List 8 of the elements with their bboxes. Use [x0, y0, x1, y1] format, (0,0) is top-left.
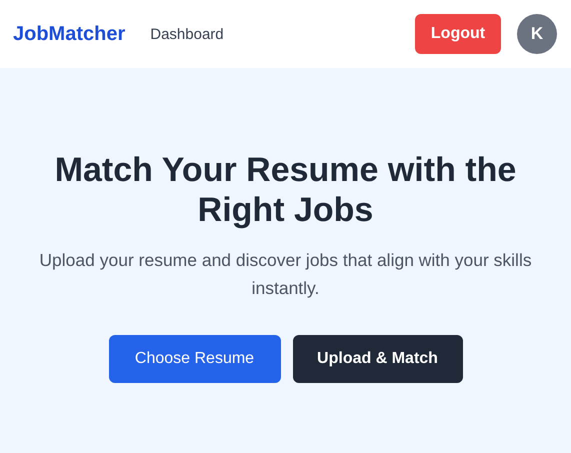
upload-button[interactable]: Upload & Match	[292, 335, 462, 383]
choose-resume-button[interactable]: Choose Resume	[108, 335, 280, 383]
logout-button[interactable]: Logout	[415, 14, 501, 54]
hero-subtitle: Upload your resume and discover jobs that align with your skills instantly.	[38, 249, 533, 300]
nav-link[interactable]: Dashboard	[150, 26, 224, 42]
logo[interactable]: JobMatcher	[13, 22, 126, 46]
user-avatar[interactable]: K	[517, 14, 557, 54]
hero-title: Match Your Resume with the Right Jobs	[54, 150, 518, 230]
